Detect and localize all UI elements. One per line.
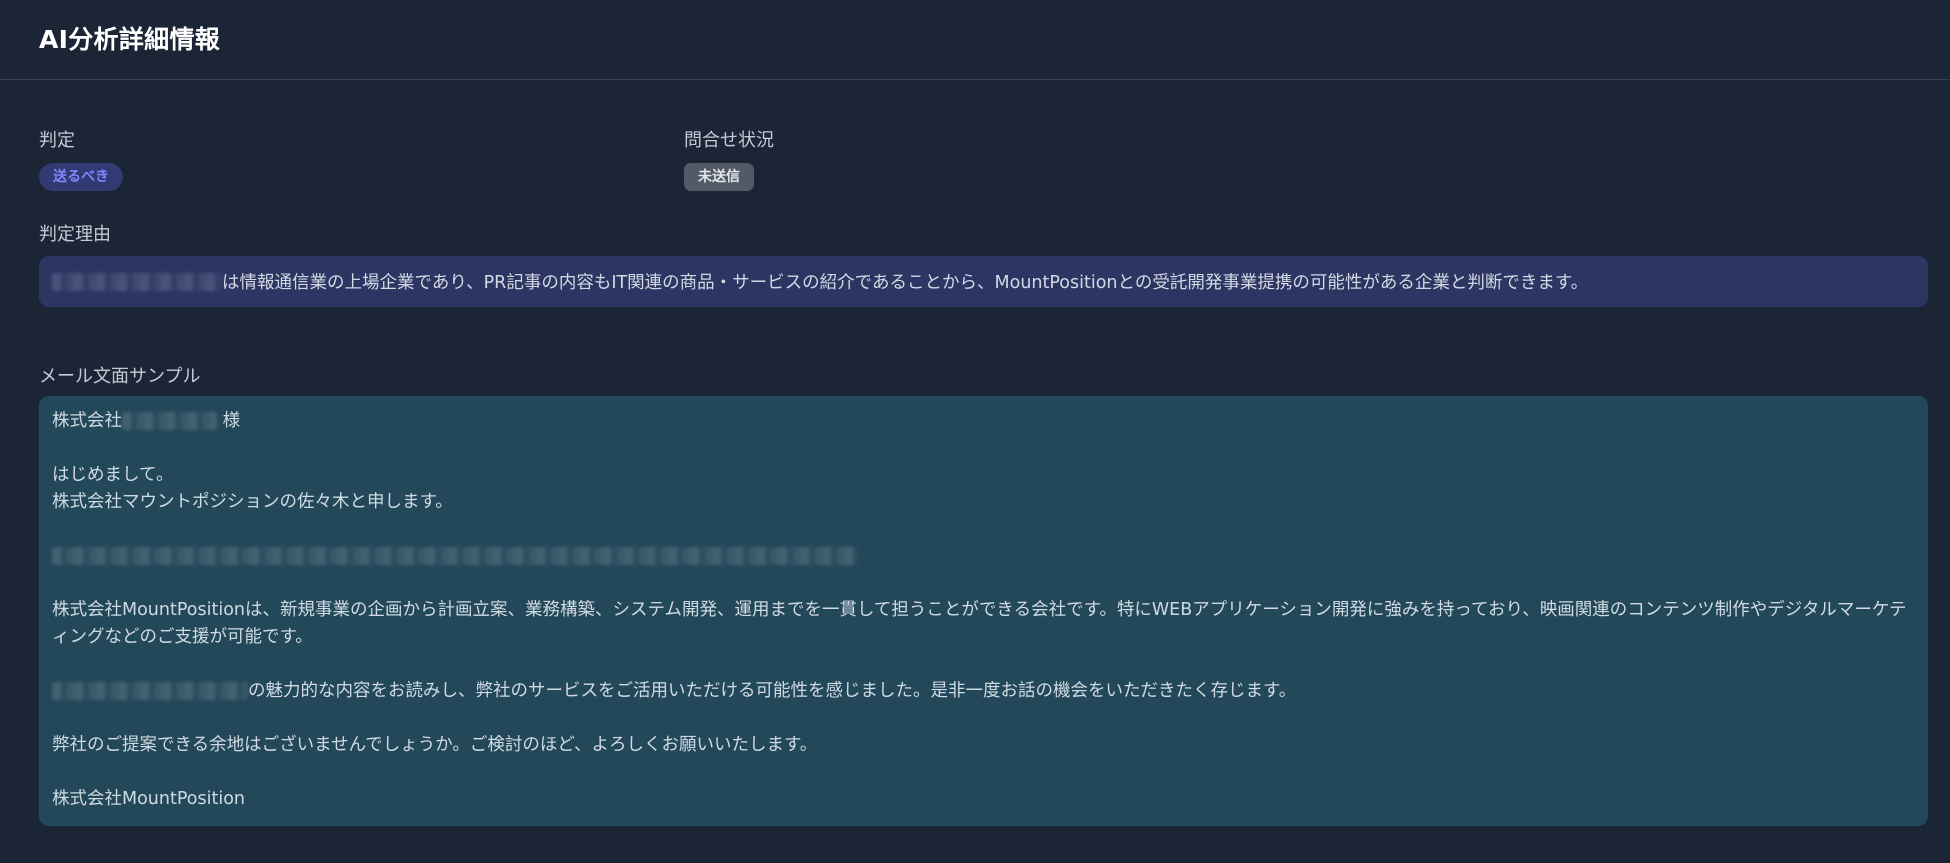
mail-sample-field: メール文面サンプル 株式会社 様 はじめまして。 株式会社マウントポジションの佐… (39, 362, 1928, 826)
mail-body-2-text: の魅力的な内容をお読みし、弊社のサービスをご活用いただける可能性を感じました。是… (248, 681, 1297, 701)
mail-body-1: 株式会社MountPositionは、新規事業の企画から計画立案、業務構築、シス… (52, 600, 1907, 647)
inquiry-status-label: 問合せ状況 (684, 130, 774, 151)
page-header: AI分析詳細情報 (0, 0, 1950, 80)
mail-sample-label: メール文面サンプル (39, 366, 201, 387)
mail-greeting: 株式会社 様 (52, 408, 1915, 435)
greeting-suffix: 様 (222, 411, 241, 431)
status-row: 判定 送るべき 問合せ状況 未送信 (39, 126, 1928, 191)
mail-redacted-line (52, 543, 1915, 570)
mail-intro-2: 株式会社マウントポジションの佐々木と申します。 (52, 492, 453, 512)
mail-spacer (52, 516, 1915, 543)
inquiry-status-field: 問合せ状況 未送信 (684, 126, 774, 191)
mail-signature: 株式会社MountPosition (52, 789, 245, 809)
page-title: AI分析詳細情報 (39, 24, 221, 54)
reason-text: は情報通信業の上場企業であり、PR記事の内容もIT関連の商品・サービスの紹介であ… (222, 273, 1589, 293)
inquiry-status-badge: 未送信 (684, 163, 754, 191)
redacted-sentence (52, 547, 858, 565)
mail-body-2: の魅力的な内容をお読みし、弊社のサービスをご活用いただける可能性を感じました。是… (52, 678, 1915, 705)
redacted-article-title (52, 682, 248, 700)
reason-box: は情報通信業の上場企業であり、PR記事の内容もIT関連の商品・サービスの紹介であ… (39, 256, 1928, 307)
mail-intro-1: はじめまして。 (52, 465, 174, 485)
detail-content: 判定 送るべき 問合せ状況 未送信 判定理由 は情報通信業の上場企業であり、PR… (0, 126, 1950, 826)
mail-spacer (52, 651, 1915, 678)
mail-sample-box: 株式会社 様 はじめまして。 株式会社マウントポジションの佐々木と申します。 株… (39, 396, 1928, 826)
judgement-badge: 送るべき (39, 163, 123, 191)
redacted-company-name (52, 272, 222, 291)
reason-label: 判定理由 (39, 224, 111, 245)
mail-spacer (52, 759, 1915, 786)
mail-spacer (52, 705, 1915, 732)
reason-field: 判定理由 は情報通信業の上場企業であり、PR記事の内容もIT関連の商品・サービス… (39, 220, 1928, 307)
judgement-field: 判定 送るべき (39, 126, 684, 191)
judgement-label: 判定 (39, 130, 75, 151)
redacted-recipient-name (122, 412, 217, 430)
mail-body-3: 弊社のご提案できる余地はございませんでしょうか。ご検討のほど、よろしくお願いいた… (52, 735, 818, 755)
mail-spacer (52, 435, 1915, 462)
greeting-prefix: 株式会社 (52, 411, 122, 431)
mail-spacer (52, 570, 1915, 597)
